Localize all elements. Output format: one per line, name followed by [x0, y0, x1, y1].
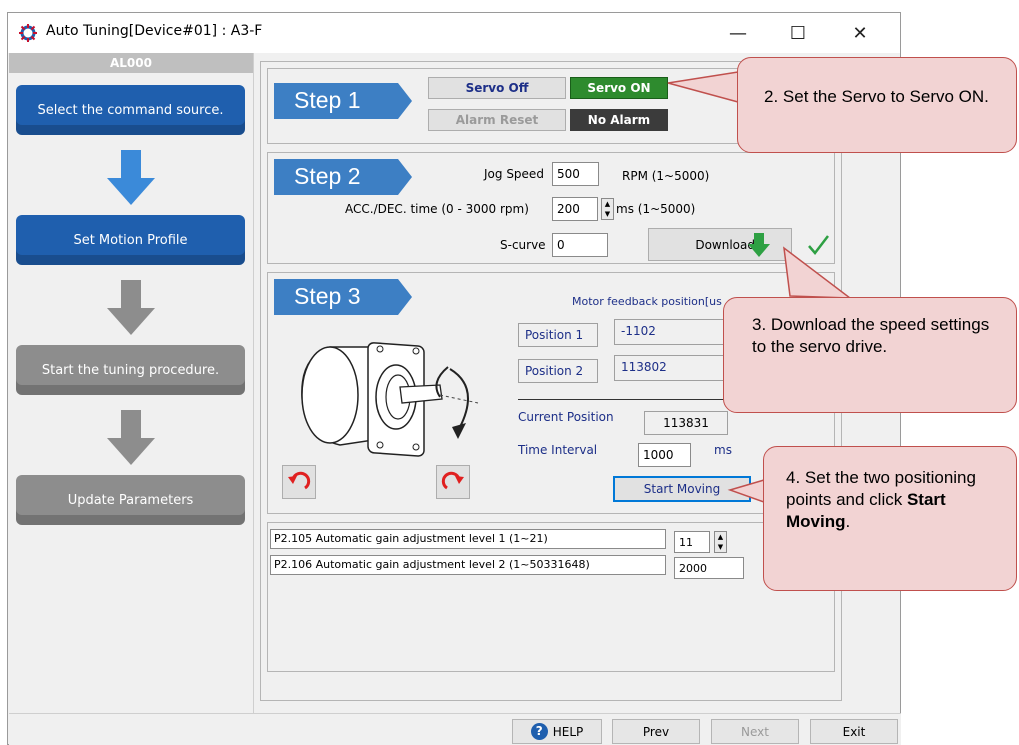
position2-value[interactable]: 113802 — [614, 355, 724, 381]
footer-bar: ? HELP Prev Next Exit — [9, 713, 901, 745]
step2-title: Step 2 — [294, 163, 361, 189]
alarm-code: AL000 — [9, 53, 253, 73]
sidebar-item-motion-profile[interactable]: Set Motion Profile — [16, 215, 245, 265]
servo-off-button[interactable]: Servo Off — [428, 77, 566, 99]
jog-speed-label: Jog Speed — [484, 167, 544, 181]
acc-dec-range: ms (1~5000) — [616, 202, 696, 216]
step2-group: Step 2 Jog Speed 500 RPM (1~5000) ACC./D… — [267, 152, 835, 264]
download-button[interactable]: Download — [648, 228, 792, 261]
alarm-reset-button[interactable]: Alarm Reset — [428, 109, 566, 131]
param-p2-105-input[interactable]: 11 — [674, 531, 710, 553]
time-interval-unit: ms — [714, 443, 732, 457]
exit-button[interactable]: Exit — [810, 719, 898, 744]
scurve-label: S-curve — [500, 238, 546, 252]
position1-value[interactable]: -1102 — [614, 319, 724, 345]
help-label: HELP — [552, 724, 584, 739]
position1-label: Position 1 — [518, 323, 598, 347]
wizard-sidebar: AL000 Select the command source. Set Mot… — [9, 53, 254, 713]
callout-download: 3. Download the speed settings to the se… — [723, 297, 1017, 413]
param-p2-105-spinner[interactable]: ▲ ▼ — [714, 531, 727, 553]
rotate-ccw-icon — [288, 471, 311, 490]
close-button[interactable]: ✕ — [837, 13, 883, 53]
param-p2-106-label: P2.106 Automatic gain adjustment level 2… — [270, 555, 666, 575]
sidebar-item-command-source[interactable]: Select the command source. — [16, 85, 245, 135]
arrow-down-icon — [107, 410, 155, 465]
divider — [518, 399, 730, 400]
acc-dec-label: ACC./DEC. time (0 - 3000 rpm) — [345, 202, 529, 216]
arrow-down-icon — [107, 150, 155, 205]
window-title: Auto Tuning[Device#01] : A3-F — [46, 23, 263, 39]
jog-speed-input[interactable]: 500 — [552, 162, 599, 186]
step1-title: Step 1 — [294, 87, 361, 113]
checkmark-icon — [808, 235, 829, 255]
sidebar-item-tuning-procedure[interactable]: Start the tuning procedure. — [16, 345, 245, 395]
acc-dec-spinner[interactable]: ▲ ▼ — [601, 198, 614, 220]
minimize-button[interactable]: — — [715, 13, 761, 53]
feedback-position-label: Motor feedback position[us — [572, 295, 722, 308]
rotate-cw-icon — [441, 471, 464, 490]
acc-dec-input[interactable]: 200 — [552, 197, 598, 221]
app-gear-icon — [18, 23, 38, 47]
start-moving-button[interactable]: Start Moving — [613, 476, 751, 502]
sidebar-item-update-parameters[interactable]: Update Parameters — [16, 475, 245, 525]
servo-on-button[interactable]: Servo ON — [570, 77, 668, 99]
rotate-ccw-button[interactable] — [282, 465, 316, 499]
callout-start-moving-period: . — [845, 512, 851, 531]
help-button[interactable]: ? HELP — [512, 719, 602, 744]
current-position-label: Current Position — [518, 410, 614, 424]
callout-start-moving-text: 4. Set the two positioning points and cl… — [786, 468, 976, 509]
scurve-input[interactable]: 0 — [552, 233, 608, 257]
prev-button[interactable]: Prev — [612, 719, 700, 744]
maximize-button[interactable]: ☐ — [775, 13, 821, 53]
title-bar[interactable]: Auto Tuning[Device#01] : A3-F — ☐ ✕ — [8, 13, 900, 53]
callout-start-moving: 4. Set the two positioning points and cl… — [763, 446, 1017, 591]
parameters-group: P2.105 Automatic gain adjustment level 1… — [267, 522, 835, 672]
rotate-cw-button[interactable] — [436, 465, 470, 499]
position2-label: Position 2 — [518, 359, 598, 383]
current-position-value: 113831 — [644, 411, 728, 435]
callout-servo-on: 2. Set the Servo to Servo ON. — [737, 57, 1017, 153]
time-interval-label: Time Interval — [518, 443, 598, 457]
next-button[interactable]: Next — [711, 719, 799, 744]
download-arrow-icon — [748, 233, 770, 257]
step3-title: Step 3 — [294, 283, 361, 309]
download-label: Download — [695, 237, 755, 252]
arrow-down-icon — [107, 280, 155, 335]
motor-illustration — [301, 342, 479, 457]
help-icon: ? — [530, 723, 548, 740]
param-p2-105-label: P2.105 Automatic gain adjustment level 1… — [270, 529, 666, 549]
jog-speed-range: RPM (1~5000) — [622, 169, 710, 183]
alarm-status-badge: No Alarm — [570, 109, 668, 131]
time-interval-input[interactable]: 1000 — [638, 443, 691, 467]
param-p2-106-input[interactable]: 2000 — [674, 557, 744, 579]
